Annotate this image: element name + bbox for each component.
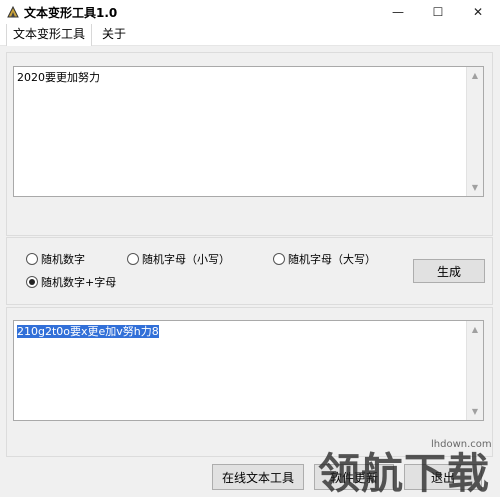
radio-circle-icon: [273, 253, 285, 265]
scroll-down-icon[interactable]: ▼: [467, 179, 483, 196]
output-selected-text: 210g2t0o要x更e加v努h力8: [17, 325, 159, 338]
radio-selected-icon: [26, 276, 38, 288]
title-bar: 文本变形工具1.0 — ☐ ✕: [0, 0, 500, 24]
radio-random-lowercase[interactable]: 随机字母（小写）: [127, 251, 230, 267]
radio-label: 随机数字: [41, 253, 85, 266]
radio-random-digits-letters[interactable]: 随机数字+字母: [26, 274, 116, 290]
output-scrollbar[interactable]: ▲ ▼: [466, 321, 483, 420]
radio-random-uppercase[interactable]: 随机字母（大写）: [273, 251, 376, 267]
scroll-up-icon[interactable]: ▲: [467, 67, 483, 84]
input-textarea[interactable]: 2020要更加努力 ▲ ▼: [13, 66, 484, 197]
app-window: 文本变形工具1.0 — ☐ ✕ 文本变形工具 关于 2020要更加努力 ▲ ▼ …: [0, 0, 500, 498]
online-text-tools-button[interactable]: 在线文本工具: [212, 464, 304, 490]
close-button[interactable]: ✕: [460, 0, 496, 24]
radio-circle-icon: [127, 253, 139, 265]
close-icon: ✕: [472, 5, 484, 19]
radio-label: 随机数字+字母: [41, 276, 117, 289]
input-scrollbar[interactable]: ▲ ▼: [466, 67, 483, 196]
maximize-icon: ☐: [432, 5, 444, 19]
radio-label: 随机字母（小写）: [142, 253, 230, 266]
minimize-icon: —: [392, 5, 404, 19]
menu-text-transform[interactable]: 文本变形工具: [6, 24, 93, 46]
input-text: 2020要更加努力: [17, 71, 100, 84]
output-textarea[interactable]: 210g2t0o要x更e加v努h力8 ▲ ▼: [13, 320, 484, 421]
menu-bar: 文本变形工具 关于: [0, 24, 500, 46]
generate-button[interactable]: 生成: [413, 259, 485, 283]
exit-button[interactable]: 退出: [404, 464, 482, 490]
radio-random-digits[interactable]: 随机数字: [26, 251, 85, 267]
maximize-button[interactable]: ☐: [420, 0, 456, 24]
options-group: 随机数字 随机字母（小写） 随机字母（大写） 随机数字+字母 生成: [6, 237, 493, 305]
menu-about[interactable]: 关于: [96, 24, 132, 46]
minimize-button[interactable]: —: [380, 0, 416, 24]
radio-label: 随机字母（大写）: [288, 253, 376, 266]
app-icon: [7, 5, 19, 18]
scroll-down-icon[interactable]: ▼: [467, 403, 483, 420]
output-group: 210g2t0o要x更e加v努h力8 ▲ ▼: [6, 307, 493, 457]
radio-circle-icon: [26, 253, 38, 265]
scroll-up-icon[interactable]: ▲: [467, 321, 483, 338]
input-group: 2020要更加努力 ▲ ▼: [6, 52, 493, 236]
software-update-button[interactable]: 软件更新: [314, 464, 394, 490]
window-title: 文本变形工具1.0: [24, 6, 118, 20]
